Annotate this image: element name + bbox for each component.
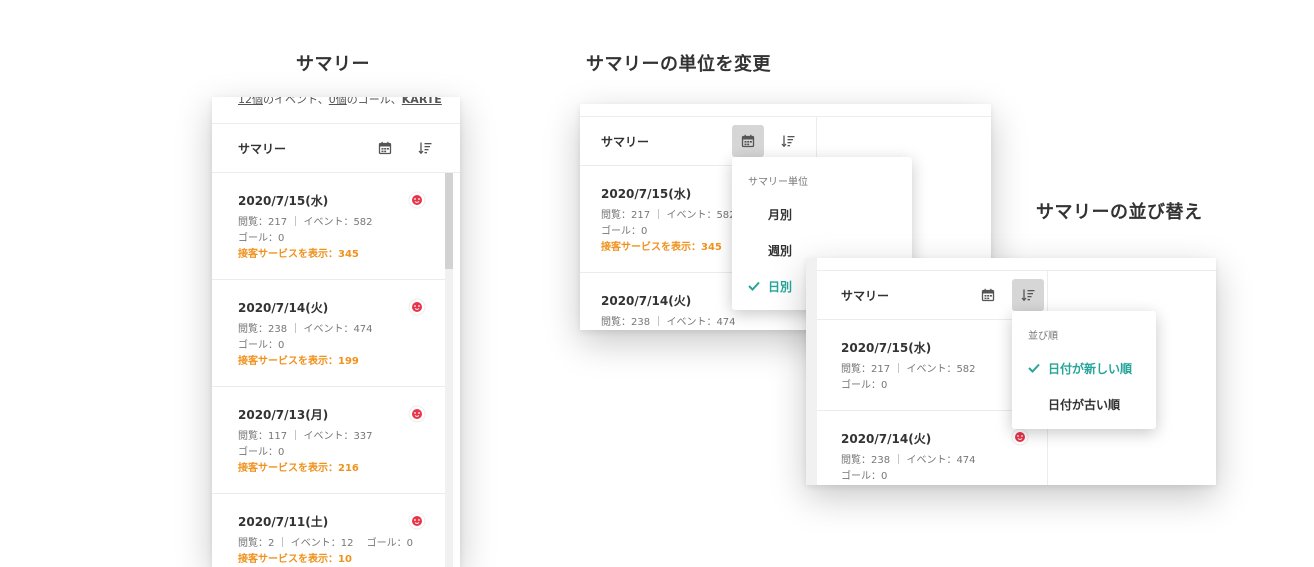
karte-face-icon bbox=[408, 405, 426, 423]
card-date: 2020/7/14(火) bbox=[238, 301, 329, 315]
card-stats: 閲覧：238 ｜ イベント：474 bbox=[841, 455, 976, 466]
goals-suffix: のゴール、 bbox=[346, 97, 402, 106]
sort-order-dropdown: 並び順 日付が新しい順 日付が古い順 bbox=[1012, 311, 1156, 429]
sort-icon bbox=[418, 142, 432, 155]
option-label: 週別 bbox=[768, 244, 793, 258]
scrollbar-thumb[interactable] bbox=[445, 173, 453, 269]
sort-button[interactable] bbox=[409, 132, 441, 164]
option-label: 日付が新しい順 bbox=[1048, 362, 1133, 376]
option-label: 月別 bbox=[768, 208, 793, 222]
option-label: 日付が古い順 bbox=[1048, 398, 1121, 412]
card-stats: 閲覧：217 ｜ イベント：582 bbox=[238, 217, 373, 228]
sort-option-oldest[interactable]: 日付が古い順 bbox=[1012, 385, 1156, 421]
card-date: 2020/7/15(水) bbox=[238, 194, 329, 208]
summary-card[interactable]: 2020/7/14(火) 閲覧：238 ｜ イベント：474 ゴール：0 接客サ… bbox=[212, 280, 445, 387]
card-goal: ゴール：0 bbox=[238, 340, 285, 351]
goals-count-link[interactable]: 0個 bbox=[329, 97, 347, 106]
card-stats: 閲覧：217 ｜ イベント：582 bbox=[841, 364, 976, 375]
card-date: 2020/7/15(水) bbox=[601, 187, 692, 201]
card-date: 2020/7/14(火) bbox=[841, 432, 932, 446]
card-goal: ゴール：0 bbox=[601, 226, 648, 237]
card-goal: ゴール：0 bbox=[841, 471, 888, 482]
karte-face-icon bbox=[408, 298, 426, 316]
card-stats: 閲覧：117 ｜ イベント：337 bbox=[238, 431, 373, 442]
card-date: 2020/7/15(水) bbox=[841, 341, 932, 355]
card-goal: ゴール：0 bbox=[238, 233, 285, 244]
card-service: 接客サービスを表示：345 bbox=[601, 242, 722, 253]
card-goal: ゴール：0 bbox=[238, 447, 285, 458]
calendar-icon bbox=[981, 288, 995, 302]
sort-button[interactable] bbox=[772, 125, 804, 157]
card-goal: ゴール：0 bbox=[841, 380, 888, 391]
summary-panel: 12個のイベント、0個のゴール、KARTE サマリー 2020/7/15(水) … bbox=[212, 97, 460, 567]
check-icon bbox=[748, 281, 760, 291]
dropdown-heading: サマリー単位 bbox=[748, 177, 808, 188]
option-label: 日別 bbox=[768, 280, 793, 294]
unit-header-title: サマリー bbox=[601, 134, 650, 149]
dropdown-heading: 並び順 bbox=[1028, 331, 1058, 342]
section-title-sort: サマリーの並び替え bbox=[1036, 202, 1203, 223]
card-date: 2020/7/13(月) bbox=[238, 408, 329, 422]
section-title-summary: サマリー bbox=[296, 54, 370, 75]
summary-card[interactable]: 2020/7/15(水) 閲覧：217 ｜ イベント：582 ゴール：0 接客サ… bbox=[212, 173, 445, 280]
events-suffix: のイベント、 bbox=[263, 97, 329, 106]
card-stats: 閲覧：2 ｜ イベント：12 ゴール：0 bbox=[238, 538, 413, 549]
events-count-link[interactable]: 12個 bbox=[238, 97, 263, 106]
section-title-unit-change: サマリーの単位を変更 bbox=[586, 54, 771, 75]
summary-header-title: サマリー bbox=[238, 141, 287, 156]
sort-icon bbox=[781, 135, 795, 148]
calendar-button[interactable] bbox=[972, 279, 1004, 311]
sort-header-title: サマリー bbox=[841, 288, 890, 303]
card-date: 2020/7/14(火) bbox=[601, 294, 692, 308]
card-service: 接客サービスを表示：345 bbox=[238, 249, 359, 260]
card-service: 接客サービスを表示：199 bbox=[238, 356, 359, 367]
karte-face-icon bbox=[1011, 428, 1029, 446]
summary-card[interactable]: 2020/7/11(土) 閲覧：2 ｜ イベント：12 ゴール：0 接客サービス… bbox=[212, 494, 445, 567]
card-service: 接客サービスを表示：216 bbox=[238, 463, 359, 474]
karte-face-icon bbox=[408, 191, 426, 209]
sort-option-newest[interactable]: 日付が新しい順 bbox=[1012, 349, 1156, 385]
summary-card[interactable]: 2020/7/13(月) 閲覧：117 ｜ イベント：337 ゴール：0 接客サ… bbox=[212, 387, 445, 494]
card-date: 2020/7/11(土) bbox=[238, 515, 329, 529]
calendar-icon bbox=[741, 134, 755, 148]
calendar-button[interactable] bbox=[732, 125, 764, 157]
karte-face-icon bbox=[408, 512, 426, 530]
sort-panel: サマリー 2020/7/15(水) 閲覧：217 ｜ イベント：582 ゴール：… bbox=[806, 258, 1216, 485]
summary-top-text: 12個のイベント、0個のゴール、KARTE bbox=[238, 97, 442, 107]
sort-icon bbox=[1021, 289, 1035, 302]
card-stats: 閲覧：217 ｜ イベント：582 bbox=[601, 210, 736, 221]
scrollbar-track[interactable] bbox=[445, 173, 453, 567]
calendar-icon bbox=[378, 141, 392, 155]
sort-button[interactable] bbox=[1012, 279, 1044, 311]
card-stats: 閲覧：238 ｜ イベント：474 bbox=[238, 324, 373, 335]
unit-option-monthly[interactable]: 月別 bbox=[732, 195, 912, 231]
left-scrollbar[interactable] bbox=[806, 258, 817, 485]
calendar-button[interactable] bbox=[369, 132, 401, 164]
summary-header: サマリー bbox=[212, 124, 460, 173]
karte-link[interactable]: KARTE bbox=[402, 97, 442, 106]
check-icon bbox=[1028, 363, 1040, 373]
card-stats: 閲覧：238 ｜ イベント：474 bbox=[601, 317, 736, 328]
